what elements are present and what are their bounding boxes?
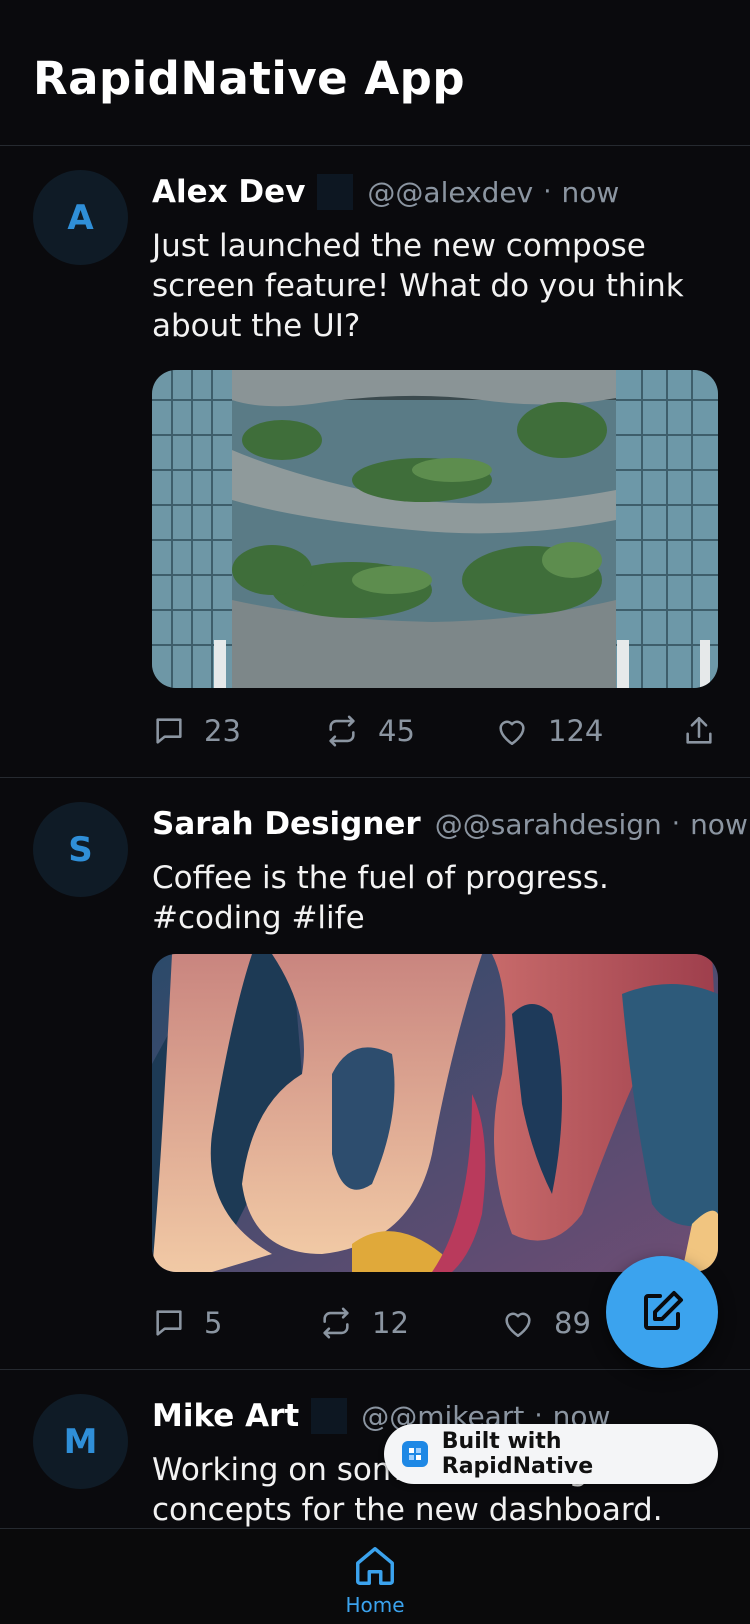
retweet-button[interactable]: 45 <box>324 706 415 756</box>
like-icon <box>505 1312 531 1338</box>
avatar[interactable]: S <box>33 802 128 897</box>
share-button[interactable] <box>682 706 734 756</box>
reply-count: 23 <box>204 714 241 748</box>
like-count: 124 <box>548 714 604 748</box>
avatar[interactable]: A <box>33 170 128 265</box>
avatar[interactable]: M <box>33 1394 128 1489</box>
post-time: now <box>690 807 748 841</box>
separator-dot: · <box>671 809 681 839</box>
post-image[interactable] <box>152 954 718 1272</box>
rapidnative-logo-icon <box>402 1441 428 1467</box>
author-name[interactable]: Mike Art <box>152 1398 299 1434</box>
like-count: 89 <box>554 1306 591 1340</box>
app-title: RapidNative App <box>33 52 466 105</box>
reply-icon <box>156 1310 182 1336</box>
compose-icon <box>644 1291 683 1330</box>
author-handle: @@sarahdesign <box>434 807 662 841</box>
author-name[interactable]: Sarah Designer <box>152 806 421 842</box>
badge-label: Built with RapidNative <box>441 1429 594 1479</box>
post-actions: 23 45 124 <box>152 706 718 756</box>
reply-button[interactable]: 5 <box>152 1298 222 1348</box>
post-text: Coffee is the fuel of progress. #coding … <box>152 860 609 936</box>
retweet-button[interactable]: 12 <box>318 1298 409 1348</box>
post-header: Alex Dev @@alexdev · now <box>152 174 619 210</box>
author-handle: @@alexdev <box>367 175 534 209</box>
tab-bar: Home <box>0 1528 750 1624</box>
reply-button[interactable]: 23 <box>152 706 241 756</box>
app-header: RapidNative App <box>0 0 750 146</box>
author-name[interactable]: Alex Dev <box>152 174 305 210</box>
post-time: now <box>561 175 620 209</box>
share-icon <box>686 716 712 744</box>
verified-icon <box>311 1398 348 1434</box>
post-header: Sarah Designer @@sarahdesign · now <box>152 806 748 842</box>
avatar-letter: S <box>68 829 93 870</box>
retweet-icon <box>323 1307 349 1339</box>
home-icon <box>356 1547 394 1585</box>
compose-button[interactable] <box>606 1256 718 1368</box>
retweet-count: 45 <box>378 714 415 748</box>
tab-home[interactable]: Home <box>325 1529 425 1624</box>
post-text: Just launched the new compose screen fea… <box>152 228 684 344</box>
reply-count: 5 <box>204 1306 223 1340</box>
reply-icon <box>156 718 182 744</box>
like-button[interactable]: 124 <box>494 706 603 756</box>
separator-dot: · <box>543 177 552 207</box>
tab-home-label: Home <box>345 1593 405 1617</box>
verified-icon <box>317 174 354 210</box>
like-icon <box>499 720 525 746</box>
built-with-badge[interactable]: Built with RapidNative <box>384 1424 718 1484</box>
post-image[interactable] <box>152 370 718 688</box>
like-button[interactable]: 89 <box>500 1298 591 1348</box>
avatar-letter: M <box>63 1421 98 1462</box>
retweet-icon <box>329 715 355 747</box>
post[interactable]: A Alex Dev @@alexdev · now Just launched… <box>0 146 750 778</box>
retweet-count: 12 <box>372 1306 409 1340</box>
avatar-letter: A <box>67 197 94 238</box>
